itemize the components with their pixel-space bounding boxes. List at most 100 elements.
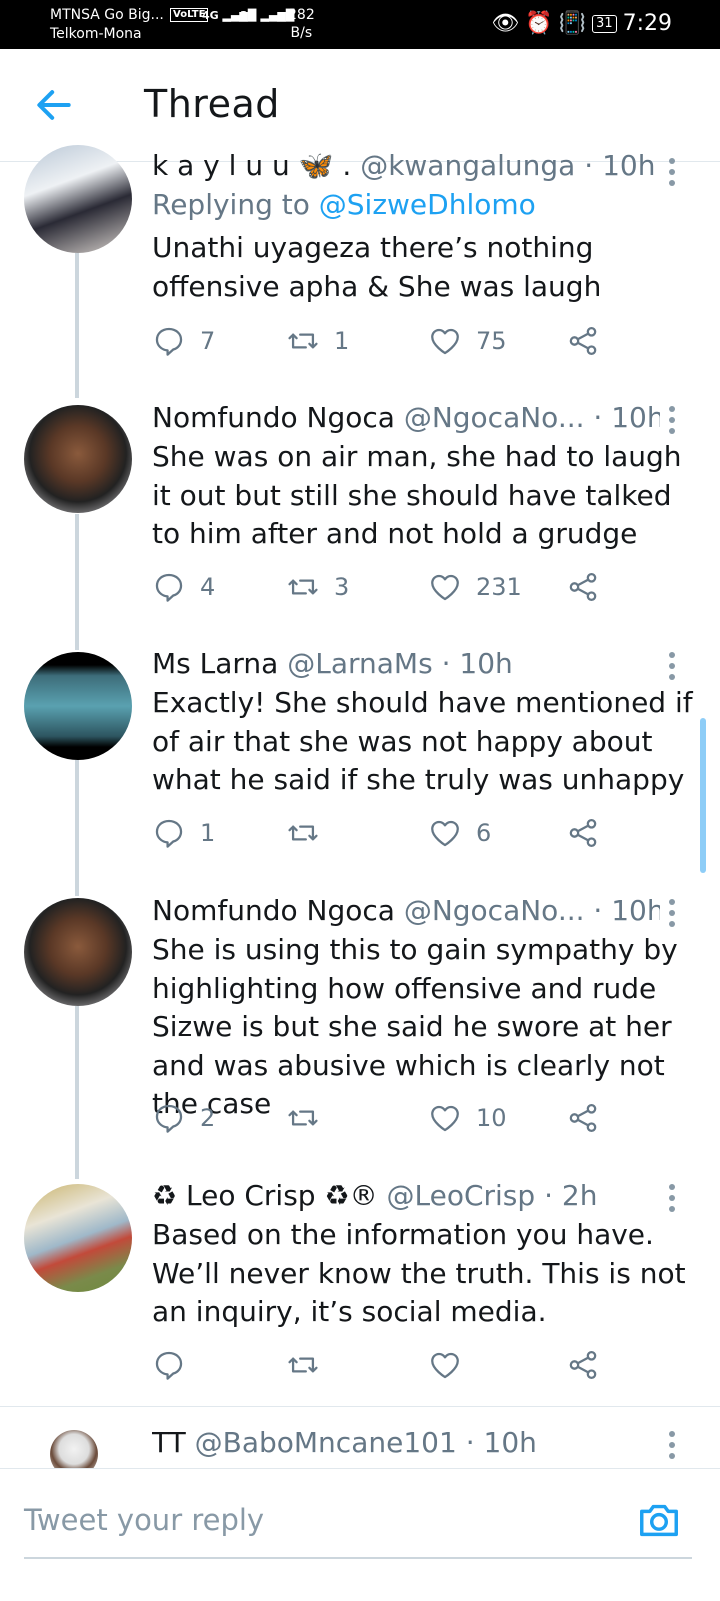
tweet-divider bbox=[0, 1406, 720, 1407]
avatar[interactable] bbox=[24, 898, 132, 1006]
app-header: Thread bbox=[0, 49, 720, 162]
separator-dot: · bbox=[593, 894, 603, 927]
like-button[interactable] bbox=[428, 1348, 476, 1382]
user-handle[interactable]: @LarnaMs bbox=[287, 647, 432, 680]
share-button[interactable] bbox=[566, 1101, 600, 1135]
user-handle[interactable]: @NgocaNo... bbox=[404, 401, 585, 434]
more-options-icon[interactable] bbox=[668, 652, 676, 685]
more-options-icon[interactable] bbox=[668, 899, 676, 932]
reply-icon bbox=[155, 1104, 183, 1133]
user-handle[interactable]: @kwangalunga bbox=[360, 149, 575, 182]
retweet-icon bbox=[288, 1357, 318, 1373]
share-icon bbox=[569, 1103, 597, 1133]
mention-link[interactable]: @SizweDhlomo bbox=[319, 188, 536, 221]
tweet-time: 10h bbox=[611, 894, 660, 927]
replying-to: Replying to @SizweDhlomo bbox=[152, 187, 536, 223]
reply-count: 7 bbox=[200, 327, 216, 355]
retweet-count: 3 bbox=[334, 573, 350, 601]
signal-3g-icon: 3G ▂▄▆█ bbox=[240, 9, 295, 22]
heart-icon bbox=[431, 1352, 459, 1379]
share-button[interactable] bbox=[566, 816, 600, 850]
user-name[interactable]: ♻ Leo Crisp ♻® bbox=[152, 1179, 378, 1212]
like-count: 75 bbox=[476, 327, 507, 355]
tweet-header: TT @BaboMncane101 · 10h bbox=[152, 1425, 660, 1461]
reply-icon bbox=[155, 1351, 183, 1380]
scroll-indicator[interactable] bbox=[700, 718, 706, 873]
reply-button[interactable]: 7 bbox=[152, 324, 215, 358]
retweet-button[interactable] bbox=[286, 1348, 334, 1382]
like-button[interactable]: 6 bbox=[428, 816, 491, 850]
reply-icon bbox=[155, 573, 183, 602]
avatar[interactable] bbox=[24, 1184, 132, 1292]
more-options-icon[interactable] bbox=[668, 158, 676, 191]
clock: 7:29 bbox=[622, 11, 672, 36]
carrier-info: MTNSA Go Big... Telkom-Mona bbox=[50, 6, 164, 44]
user-name[interactable]: Nomfundo Ngoca bbox=[152, 894, 395, 927]
reply-input[interactable]: Tweet your reply bbox=[24, 1503, 264, 1537]
tweet-header: ♻ Leo Crisp ♻® @LeoCrisp · 2h bbox=[152, 1178, 660, 1214]
separator-dot: · bbox=[465, 1426, 475, 1459]
reply-count: 4 bbox=[200, 573, 216, 601]
tweet-actions bbox=[152, 1348, 612, 1388]
tweet-header: Nomfundo Ngoca @NgocaNo... · 10h bbox=[152, 400, 660, 436]
retweet-button[interactable] bbox=[286, 1101, 334, 1135]
reply-button[interactable]: 1 bbox=[152, 816, 215, 850]
status-bar: MTNSA Go Big... Telkom-Mona VoLTE 4G ▂▄▆… bbox=[0, 0, 720, 49]
status-icons: 👁 ⏰ 📳 31 7:29 bbox=[491, 11, 672, 36]
user-name[interactable]: TT bbox=[152, 1426, 186, 1459]
retweet-button[interactable]: 1 bbox=[286, 324, 349, 358]
retweet-button[interactable] bbox=[286, 816, 334, 850]
more-options-icon[interactable] bbox=[668, 1431, 676, 1464]
user-handle[interactable]: @NgocaNo... bbox=[404, 894, 585, 927]
retweet-button[interactable]: 3 bbox=[286, 570, 349, 604]
share-button[interactable] bbox=[566, 324, 600, 358]
tweet-actions: 2 10 bbox=[152, 1101, 612, 1141]
reply-button[interactable]: 2 bbox=[152, 1101, 215, 1135]
carrier-secondary: Telkom-Mona bbox=[50, 26, 142, 42]
heart-icon bbox=[431, 574, 459, 601]
share-icon bbox=[569, 326, 597, 356]
thread-connector bbox=[75, 514, 79, 650]
user-handle[interactable]: @LeoCrisp bbox=[386, 1179, 535, 1212]
like-button[interactable]: 75 bbox=[428, 324, 507, 358]
separator-dot: · bbox=[441, 647, 451, 680]
tweet-time: 10h bbox=[459, 647, 513, 680]
tweet-text: She was on air man, she had to laugh it … bbox=[152, 440, 682, 550]
arrow-left-icon[interactable] bbox=[32, 83, 76, 127]
share-button[interactable] bbox=[566, 1348, 600, 1382]
tweet-time: 10h bbox=[611, 401, 660, 434]
retweet-icon bbox=[288, 333, 318, 349]
network-speed: 282 B/s bbox=[288, 6, 315, 42]
network-speed-value: 282 bbox=[288, 7, 315, 23]
more-options-icon[interactable] bbox=[668, 406, 676, 439]
share-icon bbox=[569, 818, 597, 848]
like-count: 231 bbox=[476, 573, 522, 601]
avatar[interactable] bbox=[24, 145, 132, 253]
user-name[interactable]: k a y l u u 🦋 . bbox=[152, 149, 351, 182]
share-button[interactable] bbox=[566, 570, 600, 604]
share-icon bbox=[569, 572, 597, 602]
reply-icon bbox=[155, 327, 183, 356]
user-name[interactable]: Nomfundo Ngoca bbox=[152, 401, 395, 434]
avatar[interactable] bbox=[24, 405, 132, 513]
tweet-actions: 4 3 231 bbox=[152, 570, 612, 610]
user-name[interactable]: Ms Larna bbox=[152, 647, 278, 680]
reply-button[interactable]: 4 bbox=[152, 570, 215, 604]
vibrate-icon: 📳 bbox=[558, 11, 587, 36]
avatar[interactable] bbox=[24, 652, 132, 760]
tweet-header: Nomfundo Ngoca @NgocaNo... · 10h bbox=[152, 893, 660, 929]
carrier-primary: MTNSA Go Big... bbox=[50, 7, 164, 23]
like-button[interactable]: 10 bbox=[428, 1101, 507, 1135]
more-options-icon[interactable] bbox=[668, 1184, 676, 1217]
camera-icon[interactable] bbox=[636, 1497, 682, 1543]
user-handle[interactable]: @BaboMncane101 bbox=[195, 1426, 457, 1459]
reply-button[interactable] bbox=[152, 1348, 200, 1382]
retweet-count: 1 bbox=[334, 327, 350, 355]
tweet-actions: 1 6 bbox=[152, 816, 612, 856]
separator-dot: · bbox=[584, 149, 594, 182]
alarm-icon: ⏰ bbox=[525, 11, 553, 36]
tweet-actions: 7 1 75 bbox=[152, 324, 612, 364]
thread-connector bbox=[75, 760, 79, 896]
like-button[interactable]: 231 bbox=[428, 570, 522, 604]
network-4g-label: 4G bbox=[202, 9, 219, 22]
